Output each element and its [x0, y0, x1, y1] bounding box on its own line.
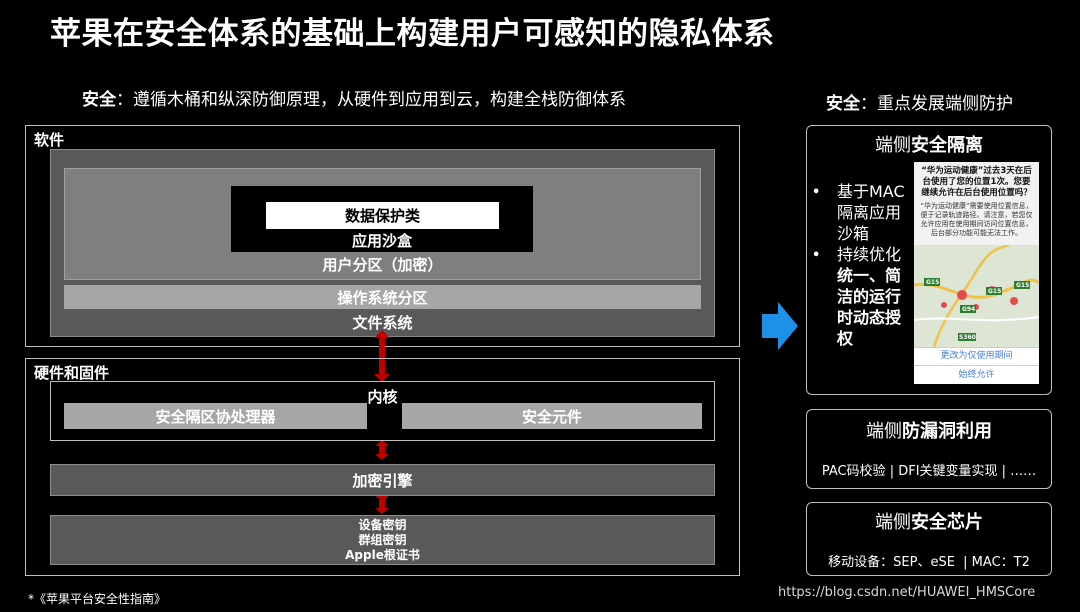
exploit-card-text: PAC码校验 | DFI关键变量实现 | …… — [821, 464, 1037, 479]
app-sandbox-label: 应用沙盒 — [351, 231, 412, 250]
os-partition-bar: 操作系统分区 — [64, 285, 701, 309]
isolation-title-bold: 安全隔离 — [911, 135, 983, 156]
right-subtitle-bold: 安全 — [826, 94, 860, 114]
right-subtitle-text: ：重点发展端侧防护 — [860, 94, 1013, 114]
page-title: 苹果在安全体系的基础上构建用户可感知的隐私体系 — [50, 16, 775, 52]
data-protection-bar: 数据保护类 — [266, 202, 499, 229]
chip-card-title: 端侧安全芯片 — [806, 508, 1052, 534]
road-label-5: S360 — [959, 334, 976, 341]
bullet-2-normal: 持续优化 — [837, 245, 902, 264]
phone-detail: “华为运动健康”需要使用位置信息，便于记录轨迹路径。请注意，若您仅允许应用在使用… — [920, 202, 1033, 237]
phone-map: G15 G15 G15 G94 S360 — [914, 245, 1039, 347]
left-subtitle-bold: 安全 — [82, 90, 116, 110]
isolation-card-title: 端侧安全隔离 — [806, 131, 1052, 157]
footnote: *《苹果平台安全性指南》 — [28, 592, 167, 606]
road-label-4: G94 — [962, 306, 975, 313]
road-label-3: G15 — [1016, 282, 1029, 289]
left-subtitle: 安全：遵循木桶和纵深防御原理，从硬件到应用到云，构建全栈防御体系 — [82, 85, 626, 110]
exploit-title-normal: 端侧 — [866, 421, 902, 442]
bullet-dot-2: • — [812, 248, 821, 263]
crypto-engine-bar: 加密引擎 — [50, 464, 715, 496]
chip-card-text: 移动设备：SEP、eSE | MAC：T2 — [828, 555, 1030, 570]
chip-title-normal: 端侧 — [875, 512, 911, 533]
always-allow-button[interactable]: 始终允许 — [914, 365, 1039, 384]
watermark: https://blog.csdn.net/HUAWEI_HMSCore — [778, 585, 1036, 600]
change-to-in-use-button[interactable]: 更改为仅使用期间 — [914, 347, 1039, 365]
chip-title-bold: 安全芯片 — [911, 512, 983, 533]
hardware-label: 硬件和固件 — [34, 364, 110, 382]
device-key-label: 设备密钥 — [358, 517, 407, 532]
bullet-dot-1: • — [812, 185, 821, 200]
software-label: 软件 — [34, 131, 65, 149]
file-system-label: 文件系统 — [352, 313, 413, 332]
secure-enclave-bar: 安全隔区协处理器 — [64, 403, 367, 429]
isolation-title-normal: 端侧 — [875, 135, 911, 156]
road-label-2: G15 — [988, 288, 1001, 295]
group-key-label: 群组密钥 — [358, 532, 407, 547]
right-subtitle: 安全：重点发展端侧防护 — [826, 89, 1013, 114]
blue-arrow-icon — [762, 302, 798, 350]
secure-element-bar: 安全元件 — [402, 403, 702, 429]
bullet-1-text: 基于MAC隔离应用沙箱 — [837, 182, 905, 243]
phone-prompt: “华为运动健康”过去3天在后台使用了您的位置1次。您要继续允许在后台使用位置吗？ — [921, 166, 1032, 198]
user-partition-label: 用户分区（加密） — [322, 255, 443, 274]
road-label-1: G15 — [926, 279, 939, 286]
bullet-2-text: 持续优化统一、简洁的运行时动态授权 — [837, 244, 913, 349]
bullet-2-bold: 统一、简洁的运行时动态授权 — [837, 266, 902, 348]
upper-arrow-up — [374, 330, 390, 338]
left-subtitle-text: ：遵循木桶和纵深防御原理，从硬件到应用到云，构建全栈防御体系 — [116, 90, 626, 110]
keys-panel: 设备密钥 群组密钥 Apple根证书 — [50, 515, 715, 565]
exploit-card-title: 端侧防漏洞利用 — [806, 417, 1052, 443]
exploit-title-bold: 防漏洞利用 — [902, 421, 992, 442]
apple-root-cert-label: Apple根证书 — [345, 547, 420, 562]
